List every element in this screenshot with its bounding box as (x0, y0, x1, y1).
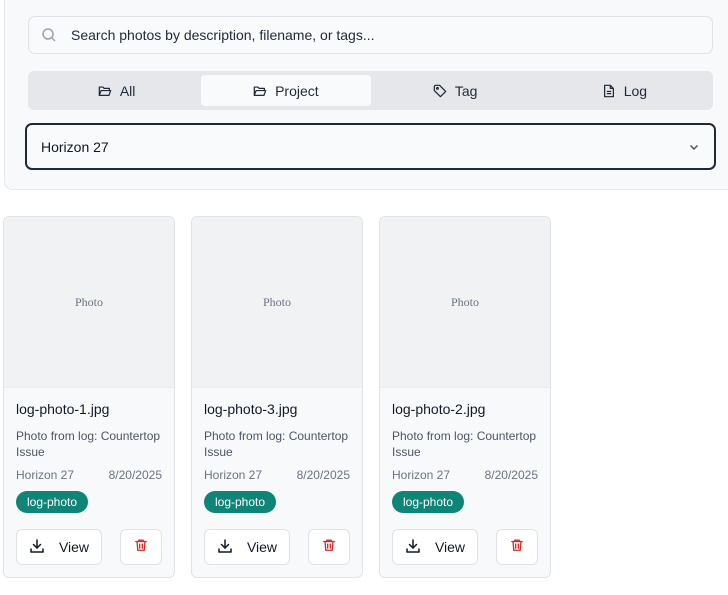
photo-project: Horizon 27 (204, 468, 263, 482)
view-button-label: View (246, 539, 278, 555)
photo-filename: log-photo-1.jpg (16, 401, 110, 417)
trash-icon (134, 538, 148, 557)
photo-tag-badge: log-photo (16, 491, 89, 513)
search-box[interactable] (28, 16, 713, 54)
download-icon (217, 538, 233, 557)
photo-project: Horizon 27 (16, 468, 75, 482)
photo-card: Photo log-photo-2.jpg Photo from log: Co… (379, 216, 551, 578)
trash-icon (322, 538, 336, 557)
photo-meta: Horizon 27 8/20/2025 (16, 468, 162, 482)
chevron-down-icon (688, 141, 700, 153)
view-button-label: View (58, 539, 90, 555)
view-button-label: View (434, 539, 466, 555)
photo-tag-badge: log-photo (392, 491, 465, 513)
photo-placeholder-label: Photo (74, 294, 103, 309)
filter-tabs: All Project Tag Log (28, 71, 713, 110)
photo-filename: log-photo-3.jpg (204, 401, 298, 417)
photo-placeholder-label: Photo (450, 294, 479, 309)
delete-button[interactable] (496, 529, 538, 565)
photo-description: Photo from log: Countertop Issue (204, 429, 349, 459)
folder-open-icon (98, 84, 112, 98)
photo-thumbnail[interactable]: Photo (4, 217, 174, 388)
tab-tag[interactable]: Tag (371, 75, 540, 106)
folder-open-icon (253, 84, 267, 98)
tab-all-label: All (119, 82, 136, 99)
view-button[interactable]: View (204, 529, 290, 565)
tab-project-label: Project (275, 82, 319, 99)
tab-log[interactable]: Log (540, 75, 709, 106)
tab-project[interactable]: Project (201, 75, 371, 106)
photo-meta: Horizon 27 8/20/2025 (204, 468, 350, 482)
photo-date: 8/20/2025 (296, 468, 350, 482)
tab-tag-label: Tag (454, 82, 478, 99)
project-select-value: Horizon 27 (41, 138, 109, 155)
project-select[interactable]: Horizon 27 (25, 123, 716, 170)
photo-description: Photo from log: Countertop Issue (16, 429, 161, 459)
photo-thumbnail[interactable]: Photo (192, 217, 362, 388)
photo-card: Photo log-photo-1.jpg Photo from log: Co… (3, 216, 175, 578)
download-icon (29, 538, 45, 557)
search-input[interactable] (69, 26, 673, 44)
photo-placeholder-label: Photo (262, 294, 291, 309)
document-icon (602, 84, 616, 98)
trash-icon (510, 538, 524, 557)
tag-icon (433, 84, 447, 98)
photo-date: 8/20/2025 (484, 468, 538, 482)
delete-button[interactable] (308, 529, 350, 565)
photo-meta: Horizon 27 8/20/2025 (392, 468, 538, 482)
photo-filename: log-photo-2.jpg (392, 401, 486, 417)
photo-thumbnail[interactable]: Photo (380, 217, 550, 388)
view-button[interactable]: View (392, 529, 478, 565)
delete-button[interactable] (120, 529, 162, 565)
tab-all[interactable]: All (32, 75, 201, 106)
view-button[interactable]: View (16, 529, 102, 565)
photo-card: Photo log-photo-3.jpg Photo from log: Co… (191, 216, 363, 578)
tab-log-label: Log (623, 82, 648, 99)
search-icon (41, 27, 57, 43)
photo-project: Horizon 27 (392, 468, 451, 482)
photo-description: Photo from log: Countertop Issue (392, 429, 537, 459)
photo-tag-badge: log-photo (204, 491, 277, 513)
download-icon (405, 538, 421, 557)
photo-date: 8/20/2025 (108, 468, 162, 482)
